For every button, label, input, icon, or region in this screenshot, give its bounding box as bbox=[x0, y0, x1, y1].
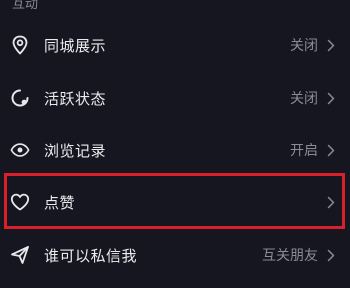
eye-icon bbox=[10, 140, 30, 160]
settings-row-activity-status[interactable]: 活跃状态 关闭 bbox=[0, 73, 350, 123]
location-pin-icon bbox=[10, 35, 30, 55]
section-header: 互动 bbox=[12, 0, 39, 12]
send-message-icon bbox=[10, 245, 30, 265]
row-label: 活跃状态 bbox=[44, 89, 107, 108]
row-value: 互关朋友 bbox=[262, 248, 318, 264]
row-value: 开启 bbox=[290, 143, 318, 159]
row-label: 点赞 bbox=[44, 193, 76, 212]
row-label: 同城展示 bbox=[44, 36, 107, 55]
settings-row-local-display[interactable]: 同城展示 关闭 bbox=[0, 20, 350, 70]
chevron-right-icon bbox=[326, 143, 336, 157]
activity-status-icon bbox=[10, 88, 30, 108]
settings-row-likes[interactable]: 点赞 bbox=[0, 177, 350, 227]
chevron-right-icon bbox=[326, 195, 336, 209]
chevron-right-icon bbox=[326, 91, 336, 105]
chevron-right-icon bbox=[326, 38, 336, 52]
row-label: 浏览记录 bbox=[44, 141, 107, 160]
settings-row-browsing-history[interactable]: 浏览记录 开启 bbox=[0, 125, 350, 175]
row-label: 谁可以私信我 bbox=[44, 246, 138, 265]
row-value: 关闭 bbox=[290, 91, 318, 107]
heart-icon bbox=[10, 192, 30, 212]
settings-row-direct-message[interactable]: 谁可以私信我 互关朋友 bbox=[0, 230, 350, 280]
chevron-right-icon bbox=[326, 248, 336, 262]
row-value: 关闭 bbox=[290, 38, 318, 54]
